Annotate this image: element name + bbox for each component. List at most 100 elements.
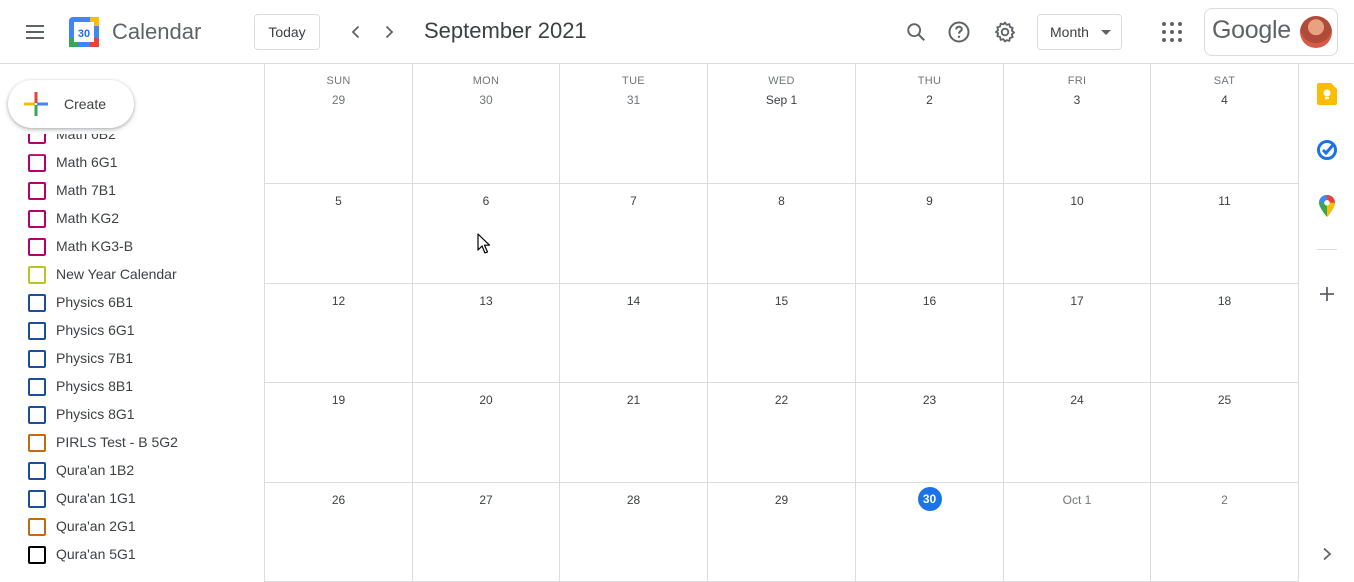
date-number[interactable]: 2 xyxy=(1221,493,1228,507)
date-number[interactable]: 7 xyxy=(630,194,637,208)
date-number[interactable]: 10 xyxy=(1070,194,1083,208)
date-number[interactable]: 4 xyxy=(1221,93,1228,107)
day-cell[interactable]: 21 xyxy=(560,383,708,482)
calendar-checkbox[interactable] xyxy=(28,322,46,340)
next-month-button[interactable] xyxy=(375,18,403,46)
day-cell[interactable]: 12 xyxy=(265,284,413,382)
calendar-checkbox[interactable] xyxy=(28,350,46,368)
day-cell[interactable]: 16 xyxy=(856,284,1004,382)
date-number[interactable]: 17 xyxy=(1070,294,1083,308)
calendar-list-item[interactable]: Math KG3-B xyxy=(0,232,264,260)
calendar-list-item[interactable]: New Year Calendar xyxy=(0,260,264,288)
day-cell[interactable]: 29 xyxy=(708,483,856,581)
day-cell[interactable]: 18 xyxy=(1151,284,1299,382)
day-cell[interactable]: 28 xyxy=(560,483,708,581)
calendar-checkbox[interactable] xyxy=(28,546,46,564)
date-number[interactable]: 24 xyxy=(1070,393,1083,407)
today-button[interactable]: Today xyxy=(254,14,320,50)
calendar-list-item[interactable]: Qura'an 1G1 xyxy=(0,484,264,512)
date-number[interactable]: 26 xyxy=(332,493,345,507)
date-number[interactable]: 25 xyxy=(1218,393,1231,407)
day-cell[interactable]: SUN 29 xyxy=(265,64,413,183)
day-cell[interactable]: FRI 3 xyxy=(1004,64,1151,183)
day-cell[interactable]: 5 xyxy=(265,184,413,283)
day-cell[interactable]: 9 xyxy=(856,184,1004,283)
calendar-checkbox[interactable] xyxy=(28,490,46,508)
calendar-list-item[interactable]: Physics 6G1 xyxy=(0,316,264,344)
date-number[interactable]: 16 xyxy=(923,294,936,308)
calendar-checkbox[interactable] xyxy=(28,406,46,424)
search-icon[interactable] xyxy=(901,17,931,47)
hamburger-menu-icon[interactable] xyxy=(22,20,48,44)
calendar-list-item[interactable]: Math 7B1 xyxy=(0,176,264,204)
day-cell[interactable]: MON 30 xyxy=(413,64,560,183)
day-cell[interactable]: 24 xyxy=(1004,383,1151,482)
date-number[interactable]: 28 xyxy=(627,493,640,507)
calendar-checkbox[interactable] xyxy=(28,294,46,312)
day-cell[interactable]: 25 xyxy=(1151,383,1299,482)
date-number[interactable]: 2 xyxy=(926,93,933,107)
date-number[interactable]: 29 xyxy=(775,493,788,507)
day-cell[interactable]: 7 xyxy=(560,184,708,283)
date-number[interactable]: 12 xyxy=(332,294,345,308)
day-cell[interactable]: WED Sep 1 xyxy=(708,64,856,183)
day-cell[interactable]: 20 xyxy=(413,383,560,482)
calendar-checkbox[interactable] xyxy=(28,238,46,256)
day-cell[interactable]: SAT 4 xyxy=(1151,64,1299,183)
calendar-checkbox[interactable] xyxy=(28,154,46,172)
day-cell[interactable]: 30 xyxy=(856,483,1004,581)
date-number[interactable]: 30 xyxy=(479,93,492,107)
day-cell[interactable]: 15 xyxy=(708,284,856,382)
today-date-badge[interactable]: 30 xyxy=(917,487,942,511)
settings-gear-icon[interactable] xyxy=(990,17,1020,47)
avatar[interactable] xyxy=(1300,16,1332,48)
calendar-list-item[interactable]: Physics 7B1 xyxy=(0,344,264,372)
date-number[interactable]: 9 xyxy=(926,194,933,208)
day-cell[interactable]: 17 xyxy=(1004,284,1151,382)
day-cell[interactable]: 11 xyxy=(1151,184,1299,283)
calendar-list-item[interactable]: PIRLS Test - B 5G2 xyxy=(0,428,264,456)
calendar-list-item[interactable]: Physics 8G1 xyxy=(0,400,264,428)
day-cell[interactable]: 13 xyxy=(413,284,560,382)
calendar-checkbox[interactable] xyxy=(28,434,46,452)
day-cell[interactable]: 10 xyxy=(1004,184,1151,283)
date-number[interactable]: 19 xyxy=(332,393,345,407)
date-number[interactable]: 11 xyxy=(1218,194,1230,208)
calendar-checkbox[interactable] xyxy=(28,518,46,536)
keep-icon[interactable] xyxy=(1315,82,1339,106)
calendar-checkbox[interactable] xyxy=(28,378,46,396)
maps-icon[interactable] xyxy=(1315,194,1339,218)
date-number[interactable]: Sep 1 xyxy=(766,93,797,107)
day-cell[interactable]: 19 xyxy=(265,383,413,482)
day-cell[interactable]: Oct 1 xyxy=(1004,483,1151,581)
calendar-checkbox[interactable] xyxy=(28,462,46,480)
calendar-checkbox[interactable] xyxy=(28,182,46,200)
chevron-right-icon[interactable] xyxy=(1315,542,1339,566)
calendar-list-item[interactable]: Physics 6B1 xyxy=(0,288,264,316)
google-apps-grid-icon[interactable] xyxy=(1160,20,1184,44)
date-number[interactable]: 27 xyxy=(479,493,492,507)
day-cell[interactable]: 8 xyxy=(708,184,856,283)
date-number[interactable]: 21 xyxy=(627,393,640,407)
date-number[interactable]: 23 xyxy=(923,393,936,407)
calendar-checkbox[interactable] xyxy=(28,266,46,284)
date-number[interactable]: 8 xyxy=(778,194,785,208)
day-cell[interactable]: 2 xyxy=(1151,483,1299,581)
date-number[interactable]: 22 xyxy=(775,393,788,407)
tasks-icon[interactable] xyxy=(1315,138,1339,162)
day-cell[interactable]: 23 xyxy=(856,383,1004,482)
calendar-checkbox[interactable] xyxy=(28,134,46,144)
date-number[interactable]: 15 xyxy=(775,294,788,308)
date-number[interactable]: 18 xyxy=(1218,294,1231,308)
day-cell[interactable]: 22 xyxy=(708,383,856,482)
day-cell[interactable]: 27 xyxy=(413,483,560,581)
date-number[interactable]: 6 xyxy=(483,194,490,208)
view-switcher-dropdown[interactable]: Month xyxy=(1037,14,1122,50)
date-number[interactable]: 31 xyxy=(627,93,640,107)
calendar-list-item[interactable]: Qura'an 1B2 xyxy=(0,456,264,484)
my-calendars-list[interactable]: Math 6B2 Math 6G1 Math 7B1 Math KG2 Math KG3… xyxy=(0,134,264,582)
calendar-list-item[interactable]: Physics 8B1 xyxy=(0,372,264,400)
day-cell[interactable]: TUE 31 xyxy=(560,64,708,183)
day-cell[interactable]: 14 xyxy=(560,284,708,382)
date-number[interactable]: 13 xyxy=(479,294,492,308)
